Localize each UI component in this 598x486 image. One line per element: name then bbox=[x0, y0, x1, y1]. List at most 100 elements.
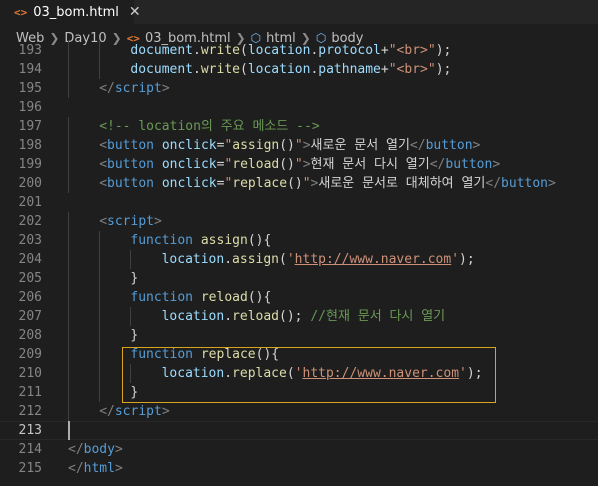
code-token: button bbox=[107, 138, 154, 153]
code-token: reload bbox=[232, 157, 280, 172]
code-token: button bbox=[445, 157, 493, 172]
line-number: 214 bbox=[18, 442, 42, 457]
code-token: </ bbox=[409, 138, 426, 153]
code-token: document bbox=[130, 43, 194, 58]
line-number: 208 bbox=[18, 328, 42, 343]
code-token: ( bbox=[279, 252, 287, 267]
indent-guide bbox=[99, 41, 101, 60]
line-number: 213 bbox=[18, 423, 42, 438]
code-token: <!-- location의 주요 메소드 --> bbox=[99, 119, 320, 134]
tab-03-bom-html[interactable]: <> 03_bom.html ✕ bbox=[0, 0, 141, 24]
indent-guide bbox=[99, 326, 101, 345]
code-token: . bbox=[193, 43, 201, 58]
code-token: write bbox=[200, 43, 240, 58]
line-number: 200 bbox=[18, 176, 42, 191]
code-editor[interactable]: 193 document.write(location.protocol+"<br… bbox=[0, 41, 598, 486]
code-line: 199 <button onclick="reload()">현재 문서 다시 열… bbox=[0, 155, 598, 174]
code-token: > bbox=[472, 138, 481, 153]
editor-tab-bar: <> 03_bom.html ✕ bbox=[0, 0, 598, 24]
code-token: script bbox=[114, 404, 162, 419]
line-number: 195 bbox=[18, 81, 42, 96]
code-token: function bbox=[130, 233, 194, 248]
code-token: "<br>" bbox=[388, 43, 436, 58]
line-number: 205 bbox=[18, 271, 42, 286]
code-line: 206 function reload(){ bbox=[0, 288, 598, 307]
line-number: 207 bbox=[18, 309, 42, 324]
code-token: > bbox=[302, 138, 311, 153]
code-token: </ bbox=[68, 461, 84, 476]
code-token: 새로운 문서로 대체하여 열기 bbox=[318, 176, 486, 191]
code-token: button bbox=[501, 176, 549, 191]
line-number: 209 bbox=[18, 347, 42, 362]
indent-guide bbox=[68, 117, 69, 136]
line-number: 198 bbox=[18, 138, 42, 153]
indent-guide bbox=[99, 231, 101, 250]
code-text: location.assign('http://www.naver.com'); bbox=[162, 250, 475, 269]
code-text: document.write(location.pathname+"<br>")… bbox=[130, 60, 451, 79]
code-token: . bbox=[193, 62, 201, 77]
code-token: ' bbox=[451, 252, 460, 267]
code-token: (){ bbox=[247, 233, 272, 248]
code-line: 207 location.reload(); //현재 문서 다시 열기 bbox=[0, 307, 598, 326]
code-token: ' bbox=[286, 252, 295, 267]
indent-guide bbox=[68, 383, 69, 402]
code-line: 197 <!-- location의 주요 메소드 --> bbox=[0, 117, 598, 136]
code-line: 196 bbox=[0, 98, 598, 117]
code-line: 201 bbox=[0, 193, 598, 212]
code-token: protocol bbox=[318, 43, 381, 58]
code-token: location bbox=[161, 309, 225, 324]
code-token: onclick bbox=[161, 157, 217, 172]
code-token: </ bbox=[99, 81, 115, 96]
indent-guide bbox=[99, 345, 101, 364]
code-token: button bbox=[425, 138, 473, 153]
line-number: 212 bbox=[18, 404, 42, 419]
code-token: html bbox=[83, 461, 115, 476]
code-token: script bbox=[107, 214, 154, 229]
indent-guide bbox=[68, 155, 69, 174]
indent-guide bbox=[99, 60, 101, 79]
code-text: document.write(location.protocol+"<br>")… bbox=[130, 41, 451, 60]
code-text: </script> bbox=[99, 79, 169, 98]
code-token: > bbox=[161, 404, 170, 419]
indent-guide bbox=[68, 41, 69, 60]
code-token: assign bbox=[200, 233, 248, 248]
code-token: < bbox=[99, 138, 108, 153]
code-token: </ bbox=[68, 442, 84, 457]
code-token: ( bbox=[239, 62, 248, 77]
line-number: 193 bbox=[18, 43, 42, 58]
code-token: < bbox=[99, 214, 108, 229]
code-line: 193 document.write(location.protocol+"<br… bbox=[0, 41, 598, 60]
code-text: <script> bbox=[99, 212, 162, 231]
indent-guide bbox=[68, 231, 69, 250]
code-line: 200 <button onclick="replace()">새로운 문서로 대… bbox=[0, 174, 598, 193]
text-cursor bbox=[68, 421, 70, 440]
indent-guide bbox=[99, 383, 101, 402]
code-line: 215 </html> bbox=[0, 459, 598, 478]
indent-guide bbox=[68, 174, 69, 193]
indent-guide bbox=[68, 288, 69, 307]
code-token: 새로운 문서 열기 bbox=[310, 138, 410, 153]
code-token: > bbox=[153, 214, 162, 229]
code-line: 213 bbox=[0, 421, 598, 440]
code-token: () bbox=[279, 138, 295, 153]
close-icon[interactable]: ✕ bbox=[129, 4, 141, 20]
indent-guide bbox=[130, 307, 132, 326]
code-token: body bbox=[83, 442, 115, 457]
indent-guide bbox=[130, 250, 132, 269]
code-token: location bbox=[161, 252, 225, 267]
code-token: > bbox=[161, 81, 170, 96]
code-token: > bbox=[302, 157, 311, 172]
indent-guide bbox=[68, 326, 69, 345]
line-number: 194 bbox=[18, 62, 42, 77]
code-text: function assign(){ bbox=[130, 231, 271, 250]
code-token: ); bbox=[435, 62, 452, 77]
code-text: <button onclick="replace()">새로운 문서로 대체하여… bbox=[99, 174, 556, 193]
line-number: 202 bbox=[18, 214, 42, 229]
code-text: </html> bbox=[68, 459, 123, 478]
highlight-box bbox=[122, 347, 496, 403]
code-token: + bbox=[380, 62, 389, 77]
code-line: 198 <button onclick="assign()">새로운 문서 열기<… bbox=[0, 136, 598, 155]
code-line: 214 </body> bbox=[0, 440, 598, 459]
